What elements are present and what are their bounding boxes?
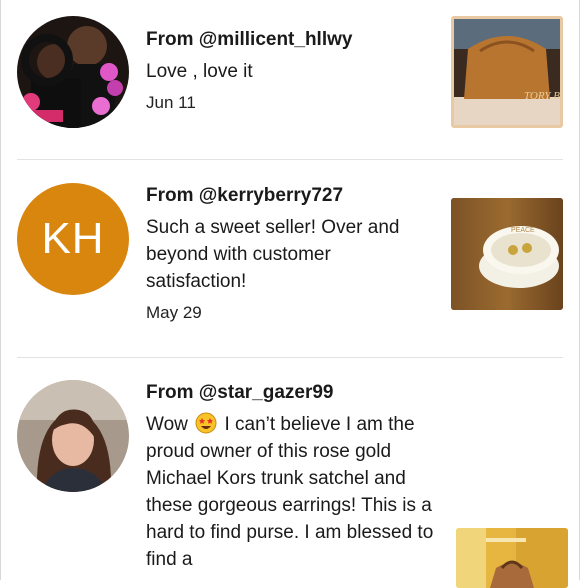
review-message: Wow I can’t believe I am the proud owner… [146,411,436,573]
avatar[interactable]: KH [17,183,129,295]
avatar[interactable] [17,16,129,128]
listing-thumbnail[interactable]: PEACE [451,198,563,310]
review-message: Such a sweet seller! Over and beyond wit… [146,217,400,292]
avatar-initials: KH [41,214,105,263]
reviews-panel: From @millicent_hllwy Love , love it Jun… [0,0,580,588]
user-photo-couple-icon [17,16,129,128]
jewelry-dish-photo-icon: PEACE [451,198,563,310]
thumb-brand-text: TORY BURCH [524,90,560,102]
listing-thumbnail[interactable] [456,528,568,588]
review-author[interactable]: From @millicent_hllwy [146,28,431,52]
user-photo-woman-icon [17,380,129,492]
thumb-dish-text: PEACE [511,227,535,234]
review-author[interactable]: From @star_gazer99 [146,381,436,405]
tan-handbag-photo-icon: TORY BURCH [454,19,560,125]
listing-thumbnail[interactable]: TORY BURCH [451,16,563,128]
review-author[interactable]: From @kerryberry727 [146,184,431,208]
satchel-photo-icon [456,528,568,588]
review-date: Jun 11 [146,93,196,112]
review-message: Love , love it [146,61,253,82]
divider [17,357,563,358]
review-message-start: Wow [146,414,194,435]
review-date: May 29 [146,303,202,322]
divider [17,159,563,160]
review-message-rest: I can’t believe I am the proud owner of … [146,414,434,570]
star-struck-emoji-icon [195,412,217,434]
avatar[interactable] [17,380,129,492]
